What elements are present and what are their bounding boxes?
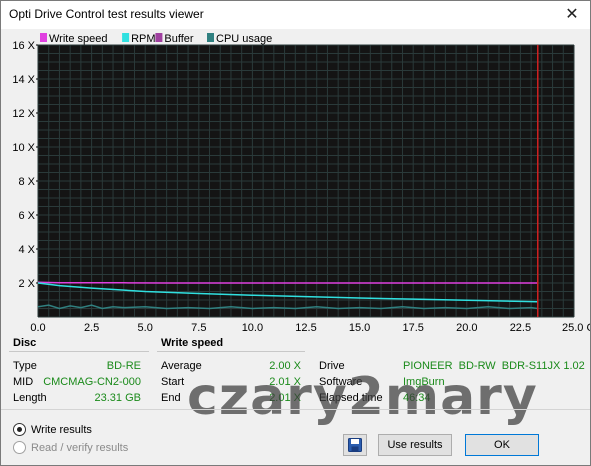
y-tick-label: 10 X bbox=[12, 142, 35, 154]
legend-swatch bbox=[155, 33, 163, 42]
x-tick-label: 22.5 bbox=[510, 322, 531, 333]
legend-swatch bbox=[207, 33, 214, 42]
legend-label: Write speed bbox=[49, 33, 108, 45]
disc-type-value: BD-RE bbox=[106, 360, 141, 372]
x-tick-label: 17.5 bbox=[402, 322, 423, 333]
x-tick-label: 0.0 bbox=[30, 322, 45, 333]
use-results-button[interactable]: Use results bbox=[378, 434, 452, 456]
speed-chart: 2 X 4 X 6 X 8 X 10 X 12 X 14 X 16 X 0.0 2.5 5.0 7.5… bbox=[12, 33, 590, 333]
write-results-label: Write results bbox=[31, 423, 92, 436]
legend-label: Buffer bbox=[164, 33, 193, 45]
y-tick-label: 12 X bbox=[12, 108, 35, 120]
legend-swatch bbox=[122, 33, 130, 42]
y-tick-label: 6 X bbox=[18, 210, 35, 222]
x-tick-label: 2.5 bbox=[84, 322, 99, 333]
options-divider bbox=[1, 409, 590, 410]
watermark: czary2mary bbox=[187, 367, 538, 427]
window-title: Opti Drive Control test results viewer bbox=[9, 7, 204, 21]
title-bar: Opti Drive Control test results viewer ✕ bbox=[1, 1, 590, 29]
y-tick-label: 16 X bbox=[12, 40, 35, 52]
disc-mid-value: CMCMAG-CN2-000 bbox=[43, 376, 141, 388]
save-button[interactable] bbox=[343, 434, 367, 456]
write-speed-header: Write speed bbox=[161, 337, 224, 349]
y-tick-label: 2 X bbox=[18, 278, 35, 290]
ok-button[interactable]: OK bbox=[465, 434, 539, 456]
legend-swatch bbox=[40, 33, 47, 42]
y-tick-label: 14 X bbox=[12, 74, 35, 86]
series-line-write-speed bbox=[37, 281, 538, 284]
x-tick-label: 10.0 bbox=[242, 322, 263, 333]
x-tick-label: 5.0 bbox=[138, 322, 153, 333]
legend-label: CPU usage bbox=[216, 33, 272, 45]
close-button[interactable]: ✕ bbox=[558, 3, 586, 25]
chart-area: 2 X 4 X 6 X 8 X 10 X 12 X 14 X 16 X 0.0 2.5 5.0 7.5… bbox=[1, 29, 590, 333]
disc-mid-label: MID bbox=[13, 376, 34, 388]
disc-header: Disc bbox=[13, 337, 37, 349]
read-verify-results-radio[interactable] bbox=[13, 441, 26, 454]
results-panel: Disc Type BD-RE MID CMCMAG-CN2-000 Lengt… bbox=[1, 333, 590, 465]
legend-label: RPM bbox=[131, 33, 155, 45]
start-label: Start bbox=[161, 376, 185, 388]
x-tick-label: 20.0 bbox=[456, 322, 477, 333]
x-tick-label: 15.0 bbox=[349, 322, 370, 333]
end-label: End bbox=[161, 392, 181, 404]
x-tick-label: 12.5 bbox=[295, 322, 316, 333]
disc-length-value: 23.31 GB bbox=[94, 392, 141, 404]
x-tick-label: 7.5 bbox=[191, 322, 206, 333]
disc-type-label: Type bbox=[13, 360, 37, 372]
results-viewer-window: Opti Drive Control test results viewer ✕… bbox=[0, 0, 591, 466]
y-tick-label: 8 X bbox=[18, 176, 35, 188]
floppy-disk-icon bbox=[348, 438, 362, 452]
close-icon: ✕ bbox=[565, 6, 579, 23]
write-speed-divider bbox=[157, 351, 305, 352]
write-results-option[interactable]: Write results bbox=[13, 423, 92, 436]
disc-length-label: Length bbox=[13, 392, 47, 404]
write-results-radio[interactable] bbox=[13, 423, 26, 436]
disc-divider bbox=[9, 351, 149, 352]
read-verify-results-option[interactable]: Read / verify results bbox=[13, 441, 128, 454]
read-verify-results-label: Read / verify results bbox=[31, 441, 129, 454]
x-tick-label: 25.0 GB bbox=[562, 322, 590, 333]
y-tick-label: 4 X bbox=[18, 244, 35, 256]
